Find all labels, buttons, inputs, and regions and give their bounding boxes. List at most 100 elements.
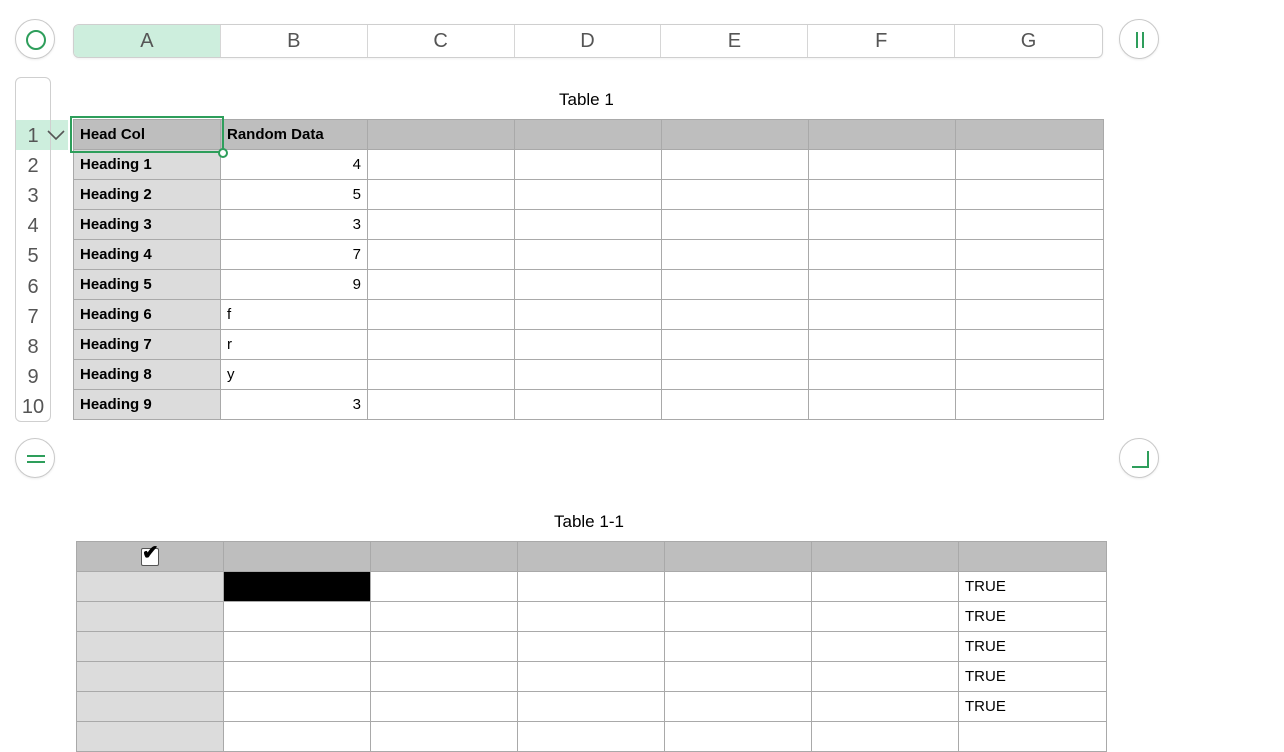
empty-cell[interactable] <box>514 269 662 300</box>
table-1-title[interactable]: Table 1 <box>559 90 614 110</box>
empty-cell[interactable] <box>811 601 959 632</box>
empty-cell[interactable] <box>370 601 518 632</box>
column-header-c[interactable]: C <box>368 25 515 57</box>
empty-cell[interactable] <box>367 389 515 420</box>
header-cell[interactable] <box>367 119 515 150</box>
empty-cell[interactable] <box>661 209 809 240</box>
empty-cell[interactable] <box>514 389 662 420</box>
header-cell[interactable]: Random Data <box>220 119 368 150</box>
empty-cell[interactable] <box>517 661 665 692</box>
column-header-a[interactable]: A <box>74 25 221 57</box>
empty-cell[interactable] <box>367 149 515 180</box>
empty-cell[interactable] <box>958 721 1107 752</box>
empty-cell[interactable] <box>808 149 956 180</box>
row-heading-cell[interactable]: Heading 6 <box>73 299 221 330</box>
empty-cell[interactable] <box>808 359 956 390</box>
row-header-4[interactable]: 4 <box>16 211 50 241</box>
boolean-cell[interactable]: TRUE <box>958 631 1107 662</box>
row-heading-cell[interactable]: Heading 5 <box>73 269 221 300</box>
empty-cell[interactable] <box>955 299 1104 330</box>
empty-cell[interactable] <box>664 631 812 662</box>
header-cell[interactable] <box>514 119 662 150</box>
filled-black-cell[interactable] <box>223 571 371 602</box>
empty-cell[interactable] <box>367 209 515 240</box>
row-header-9[interactable]: 9 <box>16 362 50 392</box>
row-header-6[interactable]: 6 <box>16 272 50 302</box>
data-cell[interactable]: 7 <box>220 239 368 270</box>
select-table-button[interactable] <box>15 19 55 59</box>
row-heading-cell[interactable]: Heading 1 <box>73 149 221 180</box>
column-header-d[interactable]: D <box>515 25 662 57</box>
empty-cell[interactable] <box>661 389 809 420</box>
empty-cell[interactable] <box>367 299 515 330</box>
empty-cell[interactable] <box>367 269 515 300</box>
empty-cell[interactable] <box>808 389 956 420</box>
resize-table-button[interactable] <box>1119 438 1159 478</box>
header-cell[interactable] <box>958 541 1107 572</box>
empty-cell[interactable] <box>514 359 662 390</box>
empty-cell[interactable] <box>664 661 812 692</box>
empty-cell[interactable] <box>370 571 518 602</box>
header-cell[interactable] <box>370 541 518 572</box>
empty-cell[interactable] <box>223 661 371 692</box>
data-cell[interactable]: 4 <box>220 149 368 180</box>
empty-cell[interactable] <box>517 691 665 722</box>
empty-cell[interactable] <box>664 721 812 752</box>
empty-cell[interactable] <box>223 691 371 722</box>
row-heading-cell[interactable] <box>76 661 224 692</box>
data-cell[interactable]: 3 <box>220 389 368 420</box>
empty-cell[interactable] <box>811 661 959 692</box>
row-header-8[interactable]: 8 <box>16 332 50 362</box>
empty-cell[interactable] <box>514 149 662 180</box>
empty-cell[interactable] <box>955 269 1104 300</box>
checkbox[interactable]: ✔ <box>141 543 159 566</box>
data-cell[interactable]: 5 <box>220 179 368 210</box>
table-2-title[interactable]: Table 1-1 <box>554 512 624 532</box>
row-heading-cell[interactable]: Heading 7 <box>73 329 221 360</box>
row-header-1[interactable]: 1 <box>16 121 50 151</box>
empty-cell[interactable] <box>661 149 809 180</box>
empty-cell[interactable] <box>223 631 371 662</box>
selection-drag-handle[interactable] <box>218 148 228 158</box>
empty-cell[interactable] <box>808 329 956 360</box>
empty-cell[interactable] <box>808 239 956 270</box>
empty-cell[interactable] <box>955 149 1104 180</box>
empty-cell[interactable] <box>514 329 662 360</box>
empty-cell[interactable] <box>370 691 518 722</box>
empty-cell[interactable] <box>514 209 662 240</box>
empty-cell[interactable] <box>661 269 809 300</box>
row-heading-cell[interactable] <box>76 691 224 722</box>
empty-cell[interactable] <box>367 239 515 270</box>
empty-cell[interactable] <box>661 179 809 210</box>
empty-cell[interactable] <box>370 661 518 692</box>
header-cell[interactable] <box>223 541 371 572</box>
empty-cell[interactable] <box>955 359 1104 390</box>
empty-cell[interactable] <box>808 209 956 240</box>
row-heading-cell[interactable] <box>76 601 224 632</box>
column-header-e[interactable]: E <box>661 25 809 57</box>
row-header-10[interactable]: 10 <box>16 392 50 422</box>
empty-cell[interactable] <box>661 239 809 270</box>
header-cell[interactable] <box>808 119 956 150</box>
empty-cell[interactable] <box>367 329 515 360</box>
empty-cell[interactable] <box>517 601 665 632</box>
empty-cell[interactable] <box>517 631 665 662</box>
empty-cell[interactable] <box>664 691 812 722</box>
row-heading-cell[interactable]: Heading 2 <box>73 179 221 210</box>
empty-cell[interactable] <box>223 601 371 632</box>
empty-cell[interactable] <box>370 631 518 662</box>
empty-cell[interactable] <box>661 299 809 330</box>
data-cell[interactable]: r <box>220 329 368 360</box>
data-cell[interactable]: f <box>220 299 368 330</box>
empty-cell[interactable] <box>223 721 371 752</box>
chevron-down-icon[interactable] <box>46 128 66 142</box>
header-cell[interactable] <box>517 541 665 572</box>
empty-cell[interactable] <box>808 269 956 300</box>
empty-cell[interactable] <box>808 299 956 330</box>
boolean-cell[interactable]: TRUE <box>958 661 1107 692</box>
boolean-cell[interactable]: TRUE <box>958 601 1107 632</box>
column-header-g[interactable]: G <box>955 25 1102 57</box>
header-cell[interactable] <box>811 541 959 572</box>
column-header-f[interactable]: F <box>808 25 956 57</box>
empty-cell[interactable] <box>664 601 812 632</box>
